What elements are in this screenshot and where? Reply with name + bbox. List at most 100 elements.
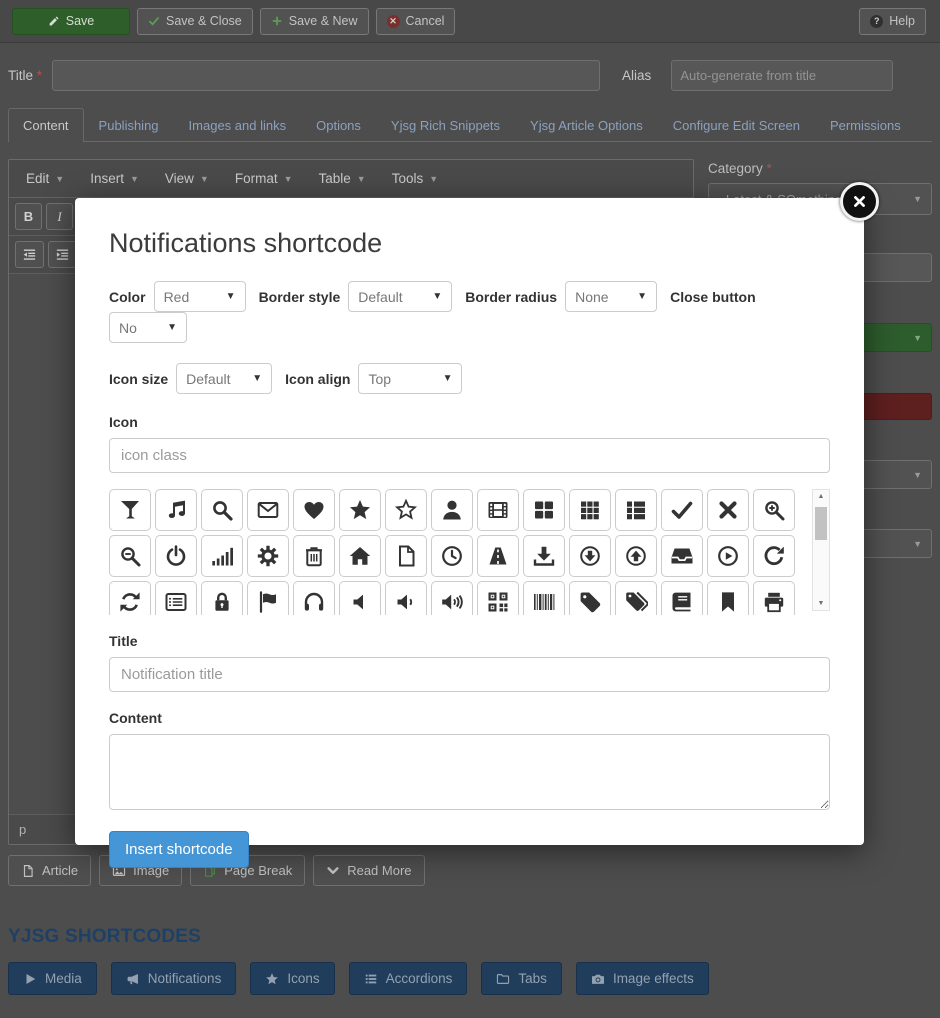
icon-grid-scrollbar[interactable]: ▲ ▼	[812, 489, 830, 611]
icon-bookmark[interactable]	[707, 581, 749, 615]
notification-content-textarea[interactable]	[109, 734, 830, 810]
save-button[interactable]: Save	[12, 8, 130, 35]
yjsg-notifications-button[interactable]: Notifications	[111, 962, 237, 995]
title-input[interactable]	[52, 60, 600, 91]
icon-times[interactable]	[707, 489, 749, 531]
icon-glass[interactable]	[109, 489, 151, 531]
menu-view[interactable]: View▼	[152, 165, 222, 192]
icon-class-input[interactable]	[109, 438, 830, 473]
icon-volume-up[interactable]	[431, 581, 473, 615]
notification-title-input[interactable]	[109, 657, 830, 692]
icon-picker: ▲ ▼	[109, 489, 830, 615]
article-button[interactable]: Article	[8, 855, 91, 886]
icon-music[interactable]	[155, 489, 197, 531]
icon-user[interactable]	[431, 489, 473, 531]
tab-content[interactable]: Content	[8, 108, 84, 142]
icon-th-list[interactable]	[615, 489, 657, 531]
border-radius-select[interactable]: None▼	[565, 281, 657, 312]
icon-volume-down[interactable]	[385, 581, 427, 615]
italic-button[interactable]: I	[46, 203, 73, 230]
color-select[interactable]: Red▼	[154, 281, 246, 312]
icon-list-alt[interactable]	[155, 581, 197, 615]
indent-button[interactable]	[48, 241, 77, 268]
icon-heart[interactable]	[293, 489, 335, 531]
tab-images-and-links[interactable]: Images and links	[174, 108, 302, 142]
yjsg-media-button[interactable]: Media	[8, 962, 97, 995]
save-new-button[interactable]: Save & New	[260, 8, 369, 35]
icon-volume-off[interactable]	[339, 581, 381, 615]
icon-arrow-circle-down[interactable]	[569, 535, 611, 577]
icon-flag[interactable]	[247, 581, 289, 615]
icon-star-o[interactable]	[385, 489, 427, 531]
icon-align-select[interactable]: Top▼	[358, 363, 462, 394]
yjsg-accordions-button[interactable]: Accordions	[349, 962, 468, 995]
close-button-select[interactable]: No▼	[109, 312, 187, 343]
color-label: Color	[109, 289, 146, 305]
element-path[interactable]: p	[19, 822, 26, 837]
help-button[interactable]: ? Help	[859, 8, 926, 35]
icon-qrcode[interactable]	[477, 581, 519, 615]
modal-close-button[interactable]	[840, 182, 879, 221]
chevron-down-icon: ▼	[55, 174, 64, 184]
cancel-button[interactable]: ✕ Cancel	[376, 8, 456, 35]
icon-check[interactable]	[661, 489, 703, 531]
icon-search-minus[interactable]	[109, 535, 151, 577]
icon-lock[interactable]	[201, 581, 243, 615]
icon-th[interactable]	[569, 489, 611, 531]
save-close-button[interactable]: Save & Close	[137, 8, 253, 35]
icon-signal[interactable]	[201, 535, 243, 577]
border-style-select[interactable]: Default▼	[348, 281, 452, 312]
icon-road[interactable]	[477, 535, 519, 577]
icon-tag[interactable]	[569, 581, 611, 615]
icon-tags[interactable]	[615, 581, 657, 615]
icon-power-off[interactable]	[155, 535, 197, 577]
icon-search[interactable]	[201, 489, 243, 531]
tab-options[interactable]: Options	[301, 108, 376, 142]
icon-barcode[interactable]	[523, 581, 565, 615]
menu-tools[interactable]: Tools▼	[379, 165, 451, 192]
yjsg-heading: YJSG SHORTCODES	[8, 926, 932, 948]
icon-file[interactable]	[385, 535, 427, 577]
scrollbar-thumb[interactable]	[815, 507, 827, 540]
icon-headphones[interactable]	[293, 581, 335, 615]
icon-cog[interactable]	[247, 535, 289, 577]
scroll-down-icon[interactable]: ▼	[813, 600, 829, 607]
bold-button[interactable]: B	[15, 203, 42, 230]
scroll-up-icon[interactable]: ▲	[813, 493, 829, 500]
icon-arrow-circle-up[interactable]	[615, 535, 657, 577]
icon-refresh[interactable]	[109, 581, 151, 615]
icon-inbox[interactable]	[661, 535, 703, 577]
icon-book[interactable]	[661, 581, 703, 615]
yjsg-image-effects-button[interactable]: Image effects	[576, 962, 709, 995]
icon-home[interactable]	[339, 535, 381, 577]
menu-insert[interactable]: Insert▼	[77, 165, 152, 192]
icon-search-plus[interactable]	[753, 489, 795, 531]
signal-icon	[210, 544, 234, 568]
icon-th-large[interactable]	[523, 489, 565, 531]
alias-input[interactable]	[671, 60, 893, 91]
search-icon	[210, 498, 234, 522]
icon-clock[interactable]	[431, 535, 473, 577]
menu-table[interactable]: Table▼	[306, 165, 379, 192]
repeat-icon	[762, 544, 786, 568]
icon-film[interactable]	[477, 489, 519, 531]
icon-repeat[interactable]	[753, 535, 795, 577]
icon-size-select[interactable]: Default▼	[176, 363, 272, 394]
tab-yjsg-article-options[interactable]: Yjsg Article Options	[515, 108, 658, 142]
tab-configure-edit-screen[interactable]: Configure Edit Screen	[658, 108, 815, 142]
tab-yjsg-rich-snippets[interactable]: Yjsg Rich Snippets	[376, 108, 515, 142]
outdent-button[interactable]	[15, 241, 44, 268]
menu-format[interactable]: Format▼	[222, 165, 306, 192]
yjsg-tabs-button[interactable]: Tabs	[481, 962, 562, 995]
icon-download[interactable]	[523, 535, 565, 577]
icon-play-circle[interactable]	[707, 535, 749, 577]
tab-permissions[interactable]: Permissions	[815, 108, 916, 142]
icon-star[interactable]	[339, 489, 381, 531]
insert-shortcode-button[interactable]: Insert shortcode	[109, 831, 249, 868]
tab-publishing[interactable]: Publishing	[84, 108, 174, 142]
menu-edit[interactable]: Edit▼	[13, 165, 77, 192]
icon-print[interactable]	[753, 581, 795, 615]
icon-envelope[interactable]	[247, 489, 289, 531]
icon-trash[interactable]	[293, 535, 335, 577]
yjsg-icons-button[interactable]: Icons	[250, 962, 334, 995]
